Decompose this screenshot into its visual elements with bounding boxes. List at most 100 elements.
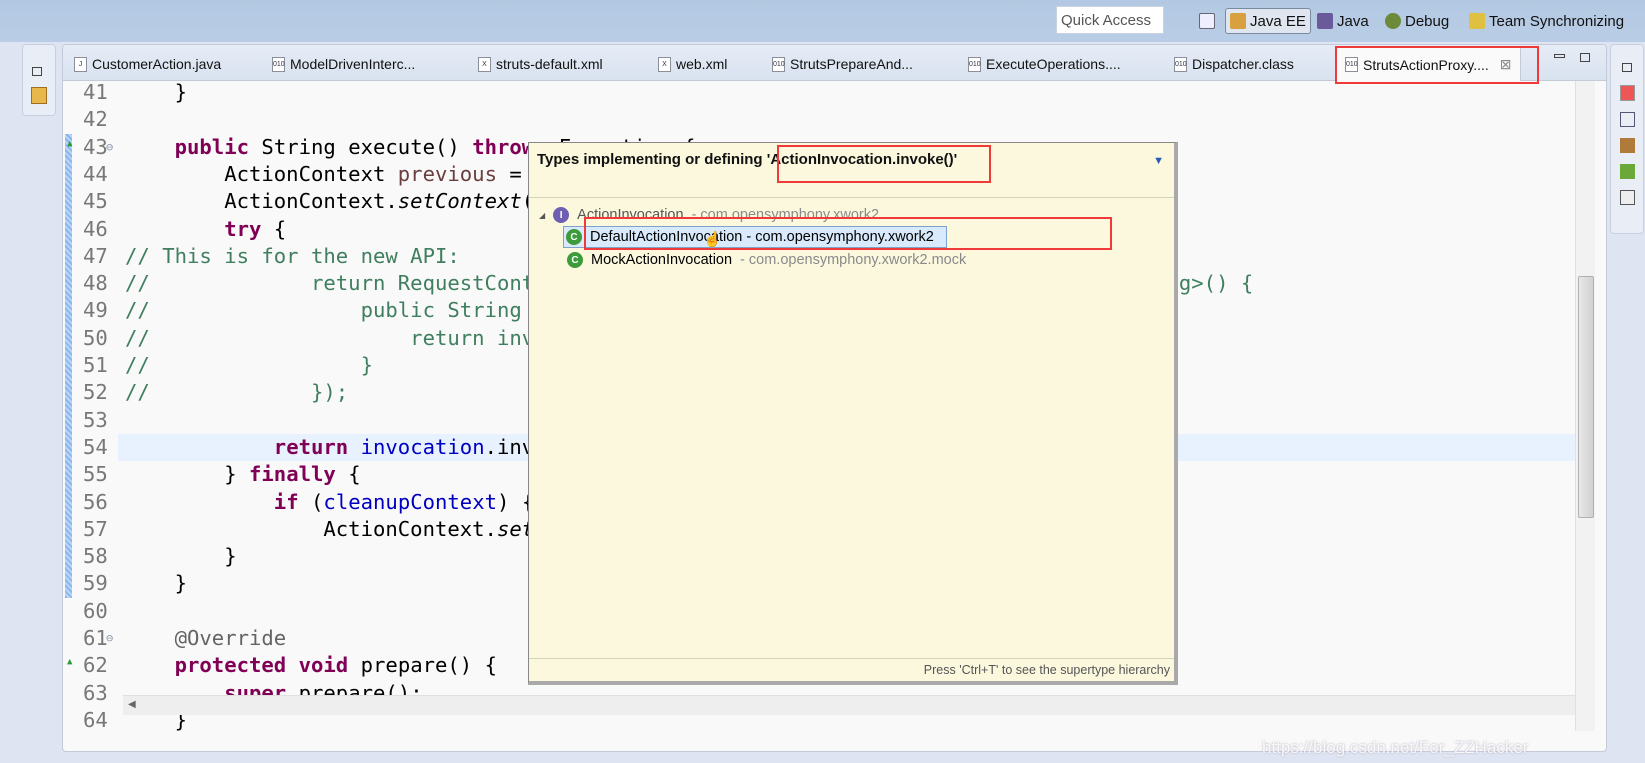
tab-label: CustomerAction.java: [92, 56, 222, 72]
code-text: if (cleanupContext) {: [125, 489, 534, 516]
open-perspective-button[interactable]: [1199, 8, 1215, 34]
maximize-icon[interactable]: [1580, 53, 1590, 62]
class-file-icon: 010: [968, 56, 981, 72]
code-token: }: [125, 462, 249, 487]
perspective-debug[interactable]: Debug: [1385, 8, 1449, 34]
line-number: 59: [83, 571, 108, 596]
tab-label: ExecuteOperations....: [986, 56, 1121, 72]
line-number: 48: [83, 271, 108, 296]
hand-cursor-icon: ☝: [703, 231, 722, 248]
perspective-label: Java EE: [1250, 12, 1306, 30]
line-number: 44: [83, 161, 108, 186]
fold-toggle-icon[interactable]: ⊖: [106, 625, 113, 652]
line-number: 43: [83, 134, 108, 159]
code-token: // });: [125, 380, 349, 405]
fold-toggle-icon[interactable]: ⊖: [106, 134, 113, 161]
line-number: 61: [83, 626, 108, 650]
perspective-label: Debug: [1405, 12, 1450, 30]
class-file-icon: 010: [772, 56, 785, 72]
title-prefix: Types implementing or defining: [537, 151, 767, 168]
type-name: ActionInvocation: [577, 207, 684, 223]
tab-web-xml[interactable]: Xweb.xml: [658, 50, 727, 78]
console-view-icon[interactable]: [1620, 190, 1635, 205]
scrollbar-thumb[interactable]: [1578, 276, 1594, 518]
xml-file-icon: X: [658, 56, 671, 72]
tab-label: web.xml: [676, 56, 728, 72]
perspective-label: Java: [1337, 12, 1369, 30]
line-number: 50: [83, 325, 108, 350]
line-number: 55: [83, 462, 108, 487]
code-text: // This is for the new API:: [125, 243, 460, 270]
code-text: // });: [125, 379, 348, 406]
line-number: 45: [83, 189, 108, 214]
horizontal-scrollbar[interactable]: ◀: [123, 695, 1575, 715]
tab-modeldriveninterc[interactable]: 010 ModelDrivenInterc...: [272, 50, 415, 78]
type-item-defaultactioninvocation[interactable]: C DefaultActionInvocation - com.opensymph…: [563, 226, 947, 248]
code-token: }: [125, 571, 187, 596]
tab-executeoperations[interactable]: 010 ExecuteOperations....: [968, 50, 1121, 78]
type-item-actioninvocation[interactable]: ◢ I ActionInvocation - com.opensymphony.xw…: [539, 204, 879, 226]
restore-icon[interactable]: [32, 67, 42, 76]
debug-bug-icon: [1385, 13, 1401, 29]
perspective-java[interactable]: Java: [1317, 8, 1369, 34]
perspective-java-ee[interactable]: Java EE: [1225, 8, 1311, 34]
vertical-scrollbar[interactable]: [1575, 81, 1595, 731]
line-number: 53: [83, 407, 108, 432]
xml-file-icon: X: [478, 56, 491, 72]
type-item-mockactioninvocation[interactable]: C MockActionInvocation - com.opensymphony…: [567, 249, 966, 271]
tab-label: StrutsPrepareAnd...: [790, 56, 913, 72]
minimize-icon[interactable]: [1554, 54, 1565, 58]
line-number: 63: [83, 680, 108, 705]
type-hierarchy-popup: Types implementing or defining 'ActionIn…: [528, 142, 1178, 685]
java-ee-icon: [1230, 13, 1246, 29]
code-token: cleanupContext: [323, 489, 498, 514]
line-number: 64: [83, 707, 108, 732]
tab-strutsprepareand[interactable]: 010 StrutsPrepareAnd...: [772, 50, 913, 78]
right-trim: [1610, 44, 1645, 763]
package-explorer-icon[interactable]: [31, 87, 47, 104]
class-file-icon: 010: [1174, 56, 1187, 72]
expand-arrow-icon[interactable]: ◢: [539, 211, 545, 220]
class-file-icon: 010: [1345, 57, 1358, 72]
tab-strutsactionproxy[interactable]: 010 StrutsActionProxy.... ⊠: [1336, 47, 1521, 81]
class-file-icon: 010: [272, 56, 285, 72]
scroll-left-icon[interactable]: ◀: [128, 699, 136, 710]
type-name: DefaultActionInvocation - com.opensympho…: [590, 229, 934, 245]
interface-icon: I: [553, 207, 570, 223]
perspective-team-synchronizing[interactable]: Team Synchronizing: [1469, 8, 1624, 34]
tab-label: Dispatcher.class: [1192, 56, 1294, 72]
code-token: {: [335, 462, 361, 487]
tab-label: ModelDrivenInterc...: [290, 56, 416, 72]
code-text: } finally {: [125, 461, 361, 488]
close-tab-icon[interactable]: ⊠: [1500, 56, 1512, 73]
code-text: }: [125, 79, 187, 106]
line-number: 47: [83, 243, 108, 268]
popup-title: Types implementing or defining 'ActionIn…: [537, 151, 957, 168]
code-token: void: [298, 653, 349, 678]
view-menu-dropdown-icon[interactable]: ▼: [1153, 155, 1164, 167]
outline-view-icon[interactable]: [1620, 85, 1635, 101]
line-number: 54: [83, 434, 108, 459]
restore-icon[interactable]: [1622, 63, 1632, 72]
code-text: // }: [125, 352, 373, 379]
line-number: 58: [83, 544, 108, 569]
team-sync-icon: [1469, 13, 1485, 29]
quick-access-input[interactable]: Quick Access: [1056, 6, 1164, 34]
hierarchy-view-icon[interactable]: [1620, 138, 1635, 153]
task-list-icon[interactable]: [1620, 112, 1635, 127]
code-token: public: [174, 134, 250, 159]
tab-struts-default-xml[interactable]: Xstruts-default.xml: [478, 50, 603, 78]
divider: [529, 658, 1174, 659]
line-number: 52: [83, 380, 108, 405]
code-text: @Override: [125, 625, 287, 652]
tab-dispatcher-class[interactable]: 010 Dispatcher.class: [1174, 50, 1294, 78]
map-view-icon[interactable]: [1620, 164, 1635, 179]
code-token: setContext: [397, 189, 522, 214]
divider: [529, 197, 1174, 198]
tab-customeraction-java[interactable]: J CustomerAction.java: [74, 50, 221, 78]
